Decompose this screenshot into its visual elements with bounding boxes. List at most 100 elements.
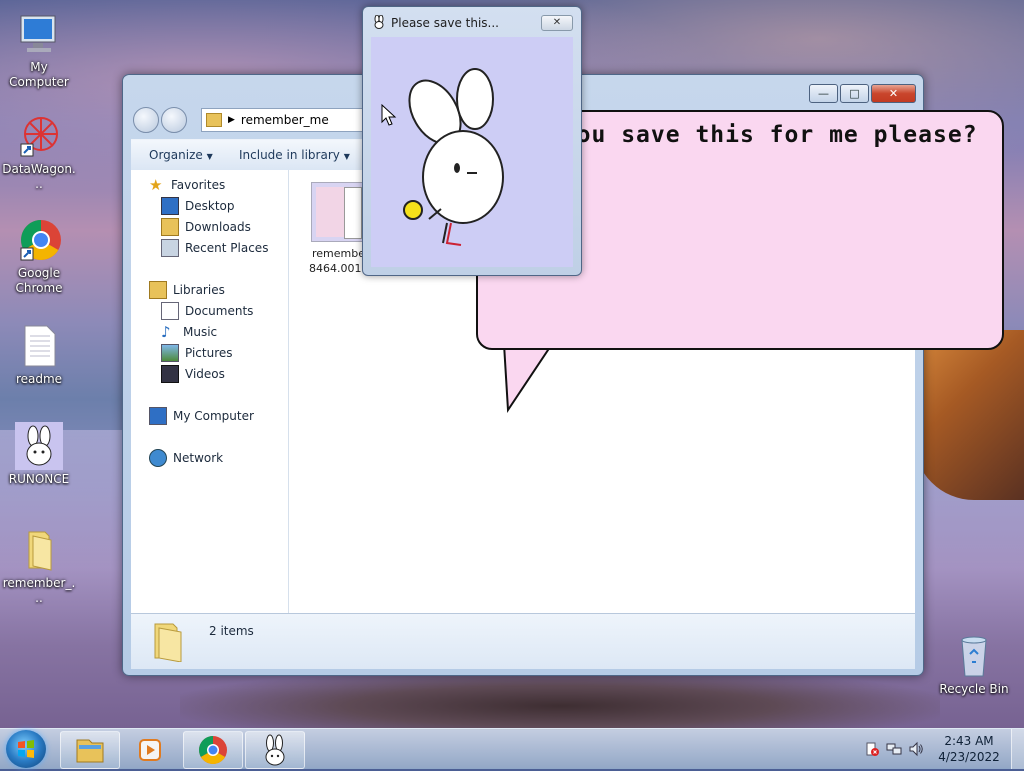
clock[interactable]: 2:43 AM 4/23/2022 <box>934 733 1004 765</box>
desktop-icon-label: RUNONCE <box>8 472 70 486</box>
media-player-icon <box>139 739 161 761</box>
include-in-library-menu[interactable]: Include in library ▼ <box>239 148 350 162</box>
nav-my-computer[interactable]: My Computer <box>149 406 299 426</box>
taskbar-media-player[interactable] <box>121 731 181 769</box>
nav-favorites[interactable]: ★ Favorites <box>149 175 299 195</box>
dialog-title: Please save this... <box>391 16 499 30</box>
bunny-icon <box>265 734 285 766</box>
recent-places-icon <box>161 239 179 257</box>
forward-button[interactable] <box>161 107 187 133</box>
clock-date: 4/23/2022 <box>938 750 1000 764</box>
details-pane: 2 items <box>131 613 915 669</box>
save-dialog-window[interactable]: Please save this... ✕ <box>362 6 582 276</box>
taskbar: 2:43 AM 4/23/2022 <box>0 728 1024 769</box>
nav-label: Recent Places <box>185 241 269 255</box>
bunny-icon <box>15 422 63 470</box>
nav-label: Pictures <box>185 346 233 360</box>
back-button[interactable] <box>133 107 159 133</box>
close-icon: ✕ <box>888 87 899 100</box>
nav-label: Network <box>173 451 224 465</box>
network-icon <box>149 449 167 467</box>
desktop-icon-label: Recycle Bin <box>939 682 1009 696</box>
nav-label: Desktop <box>185 199 235 213</box>
bunny-icon <box>372 14 386 29</box>
taskbar-runonce[interactable] <box>245 731 305 769</box>
maximize-icon: □ <box>849 87 860 100</box>
system-tray <box>864 741 924 757</box>
recycle-bin-icon <box>950 632 998 680</box>
downloads-folder-icon <box>161 218 179 236</box>
wallpaper-rocks <box>914 330 1024 500</box>
videos-icon <box>161 365 179 383</box>
organize-menu[interactable]: Organize ▼ <box>149 148 213 162</box>
dialog-content <box>371 37 573 267</box>
taskbar-explorer[interactable] <box>60 731 120 769</box>
maximize-button[interactable]: □ <box>840 84 869 103</box>
dialog-close-button[interactable]: ✕ <box>541 15 573 31</box>
nav-label: Music <box>183 325 218 339</box>
nav-label: Documents <box>185 304 254 318</box>
nav-label: Libraries <box>173 283 225 297</box>
taskbar-chrome[interactable] <box>183 731 243 769</box>
file-thumbnail <box>311 182 367 242</box>
computer-icon <box>15 10 63 58</box>
documents-icon <box>161 302 179 320</box>
nav-libraries[interactable]: Libraries <box>149 280 299 300</box>
desktop-icon-recycle-bin[interactable]: Recycle Bin <box>936 632 1012 697</box>
nav-label: Favorites <box>171 178 226 192</box>
chevron-down-icon: ▼ <box>343 152 350 161</box>
close-icon: ✕ <box>552 17 562 28</box>
libraries-icon <box>149 281 167 299</box>
close-button[interactable]: ✕ <box>871 84 916 103</box>
network-status-icon[interactable] <box>886 741 902 757</box>
show-desktop-button[interactable] <box>1011 729 1024 769</box>
folder-icon <box>151 620 185 663</box>
speech-bubble-tail <box>502 340 558 414</box>
desktop-icon-runonce[interactable]: RUNONCE <box>1 422 77 487</box>
file-name: remembe <box>312 247 365 260</box>
desktop-icon-label: My Computer <box>9 60 69 89</box>
bunny-character-icon <box>403 68 504 246</box>
desktop-icon-my-computer[interactable]: My Computer <box>1 10 77 90</box>
desktop-icon-remember-folder[interactable]: remember_... <box>1 526 77 606</box>
nav-label: Downloads <box>185 220 251 234</box>
file-name-suffix: 8464.0013 <box>309 262 369 275</box>
nav-label: My Computer <box>173 409 254 423</box>
star-icon: ★ <box>149 176 163 194</box>
folder-icon <box>206 113 222 127</box>
datawagon-icon <box>15 112 63 160</box>
desktop-icon-label: DataWagon... <box>2 162 76 191</box>
minimize-icon: — <box>818 87 829 100</box>
text-file-icon <box>15 322 63 370</box>
folder-icon <box>76 739 104 763</box>
navigation-pane: ★ Favorites Desktop Downloads Recent Pla… <box>131 170 289 613</box>
chevron-down-icon: ▼ <box>206 152 213 161</box>
computer-icon <box>149 407 167 425</box>
volume-icon[interactable] <box>908 741 924 757</box>
desktop-icon-datawagon[interactable]: DataWagon... <box>1 112 77 192</box>
wallpaper-shore <box>180 670 940 730</box>
item-count: 2 items <box>209 624 254 638</box>
desktop-icon-google-chrome[interactable]: Google Chrome <box>1 216 77 296</box>
minimize-button[interactable]: — <box>809 84 838 103</box>
chrome-icon <box>199 736 227 764</box>
desktop-icon <box>161 197 179 215</box>
start-button[interactable] <box>6 730 46 768</box>
windows-logo-icon <box>18 740 34 758</box>
desktop-icon-readme[interactable]: readme <box>1 322 77 387</box>
folder-icon <box>15 526 63 574</box>
music-icon: ♪ <box>161 323 171 341</box>
desktop-icon-label: Google Chrome <box>15 266 63 295</box>
file-item[interactable]: remembe 8464.0013 <box>309 182 369 276</box>
breadcrumb-arrow-icon[interactable]: ▶ <box>228 115 235 125</box>
chrome-icon <box>15 216 63 264</box>
clock-time: 2:43 AM <box>944 734 994 748</box>
nav-label: Videos <box>185 367 225 381</box>
mouse-cursor-icon <box>381 104 397 126</box>
action-center-icon[interactable] <box>864 741 880 757</box>
window-controls: — □ ✕ <box>807 84 916 103</box>
desktop-icon-label: remember_... <box>2 576 76 605</box>
pictures-icon <box>161 344 179 362</box>
nav-network[interactable]: Network <box>149 448 299 468</box>
breadcrumb-folder[interactable]: remember_me <box>241 113 329 127</box>
